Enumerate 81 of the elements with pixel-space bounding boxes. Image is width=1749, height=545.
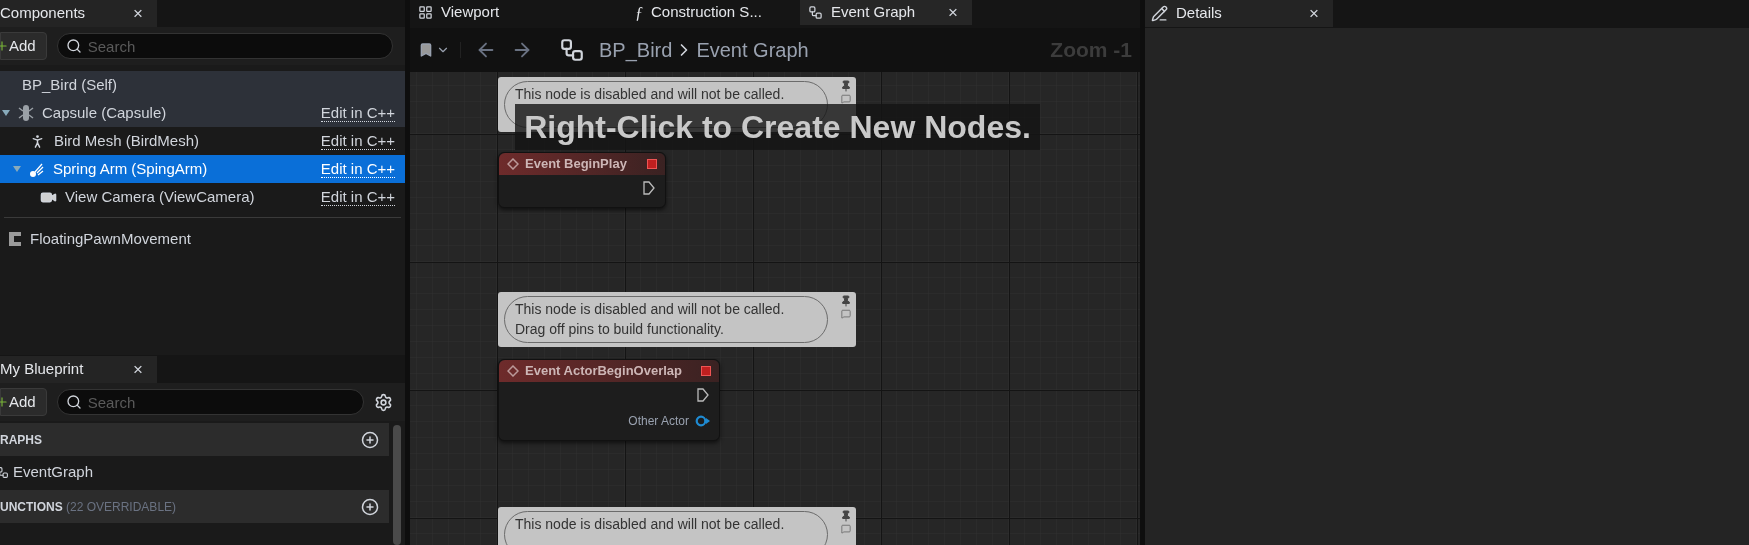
breadcrumb-text[interactable]: BP_Bird <box>599 35 673 65</box>
tab-label: Components <box>0 3 86 24</box>
add-button[interactable]: Add <box>0 388 47 416</box>
panel-tab[interactable]: Details × <box>1145 0 1333 27</box>
edit-link[interactable]: Edit in C++ <box>320 188 395 206</box>
tree-row[interactable]: BP_Bird (Self) <box>0 71 405 99</box>
bookmark-icon <box>418 42 434 58</box>
close-button[interactable]: × <box>133 0 143 27</box>
close-button[interactable]: × <box>948 0 958 26</box>
exec-pin-icon[interactable] <box>643 181 655 195</box>
editor-tab[interactable]: Viewport <box>410 0 595 25</box>
tab-label: Viewport <box>441 2 501 23</box>
section-title: UNCTIONS (22 OVERRIDABLE) <box>0 498 177 516</box>
expand-arrow-icon[interactable] <box>2 110 10 116</box>
node-title: Event BeginPlay <box>525 155 628 174</box>
close-button[interactable]: × <box>1309 0 1319 27</box>
editor-tab[interactable]: Event Graph × <box>800 0 972 25</box>
tree-row[interactable]: View Camera (ViewCamera) Edit in C++ <box>0 183 405 211</box>
search-field[interactable]: Search <box>56 389 364 415</box>
exec-pin-icon[interactable] <box>697 388 709 402</box>
component-row[interactable]: FloatingPawnMovement <box>0 225 405 253</box>
pin-icon[interactable] <box>840 80 852 92</box>
add-button[interactable]: Add <box>0 32 47 60</box>
graph-icon <box>559 37 585 63</box>
breadcrumb-text[interactable]: Event Graph <box>696 35 1037 65</box>
edit-link[interactable]: Edit in C++ <box>320 132 395 150</box>
tab-label: Details <box>1176 3 1222 24</box>
component-label: Spring Arm (SpingArm) <box>53 158 208 179</box>
component-label: Capsule (Capsule) <box>42 102 167 123</box>
event-node[interactable]: Event BeginPlay <box>498 152 666 208</box>
section-header[interactable]: RAPHS <box>0 423 389 456</box>
graph-icon <box>808 5 823 20</box>
pin-icon[interactable] <box>840 510 852 522</box>
search-icon <box>65 394 82 410</box>
graph-item[interactable]: EventGraph <box>0 456 389 488</box>
section-title: RAPHS <box>0 431 42 449</box>
component-label: FloatingPawnMovement <box>30 228 191 249</box>
comment-text: Drag off pins to build functionality. <box>515 320 725 339</box>
settings-icon[interactable] <box>374 392 393 412</box>
event-icon <box>507 158 519 170</box>
capsule-icon <box>18 104 34 122</box>
panel-tab[interactable]: My Blueprint × <box>0 356 157 383</box>
component-label: View Camera (ViewCamera) <box>65 186 255 207</box>
tab-label: Construction S... <box>651 2 763 23</box>
search-field[interactable]: Search <box>56 33 393 59</box>
scrollbar[interactable] <box>393 425 401 545</box>
object-pin-icon[interactable] <box>695 415 711 427</box>
hint-banner: Right-Click to Create New Nodes. <box>515 104 1040 150</box>
item-label: EventGraph <box>13 461 94 482</box>
tree-row[interactable]: Spring Arm (SpingArm) Edit in C++ <box>0 155 405 183</box>
comment-text: This node is disabled and will not be called. <box>515 515 786 534</box>
add-icon[interactable] <box>361 430 379 449</box>
pin-label: Other Actor <box>628 413 689 430</box>
component-label: BP_Bird (Self) <box>22 74 118 95</box>
editor-tab[interactable]: ƒ Construction S... <box>595 0 800 25</box>
edit-link[interactable]: Edit in C++ <box>320 160 395 178</box>
edit-link[interactable]: Edit in C++ <box>320 104 395 122</box>
function-icon: ƒ <box>635 0 643 25</box>
edit-icon <box>1151 5 1168 22</box>
tree-row[interactable]: Capsule (Capsule) Edit in C++ <box>0 99 405 127</box>
panel-tab[interactable]: Components × <box>0 0 157 27</box>
section-header[interactable]: UNCTIONS (22 OVERRIDABLE) <box>0 490 389 523</box>
graph-icon <box>0 465 9 479</box>
node-title: Event ActorBeginOverlap <box>525 362 683 381</box>
comment-bubble[interactable]: This node is disabled and will not be called. <box>498 507 856 545</box>
search-icon <box>65 38 82 54</box>
close-button[interactable]: × <box>133 356 143 383</box>
bookmark-button[interactable] <box>418 42 461 58</box>
tab-label: My Blueprint <box>0 359 84 380</box>
class-icon <box>8 231 22 247</box>
viewport-icon <box>418 5 433 20</box>
tab-label: Event Graph <box>831 2 917 23</box>
comment-text: This node is disabled and will not be called. <box>515 300 786 319</box>
pin-icon[interactable] <box>840 295 852 307</box>
comment-text: This node is disabled and will not be called. <box>515 85 786 104</box>
comment-bubble[interactable]: This node is disabled and will not be called. Drag off pins to build functionality. <box>498 292 856 347</box>
event-node[interactable]: Event ActorBeginOverlap Other Actor <box>498 359 720 441</box>
event-icon <box>507 365 519 377</box>
tree-row[interactable]: Bird Mesh (BirdMesh) Edit in C++ <box>0 127 405 155</box>
add-icon[interactable] <box>361 497 379 516</box>
component-label: Bird Mesh (BirdMesh) <box>54 130 200 151</box>
